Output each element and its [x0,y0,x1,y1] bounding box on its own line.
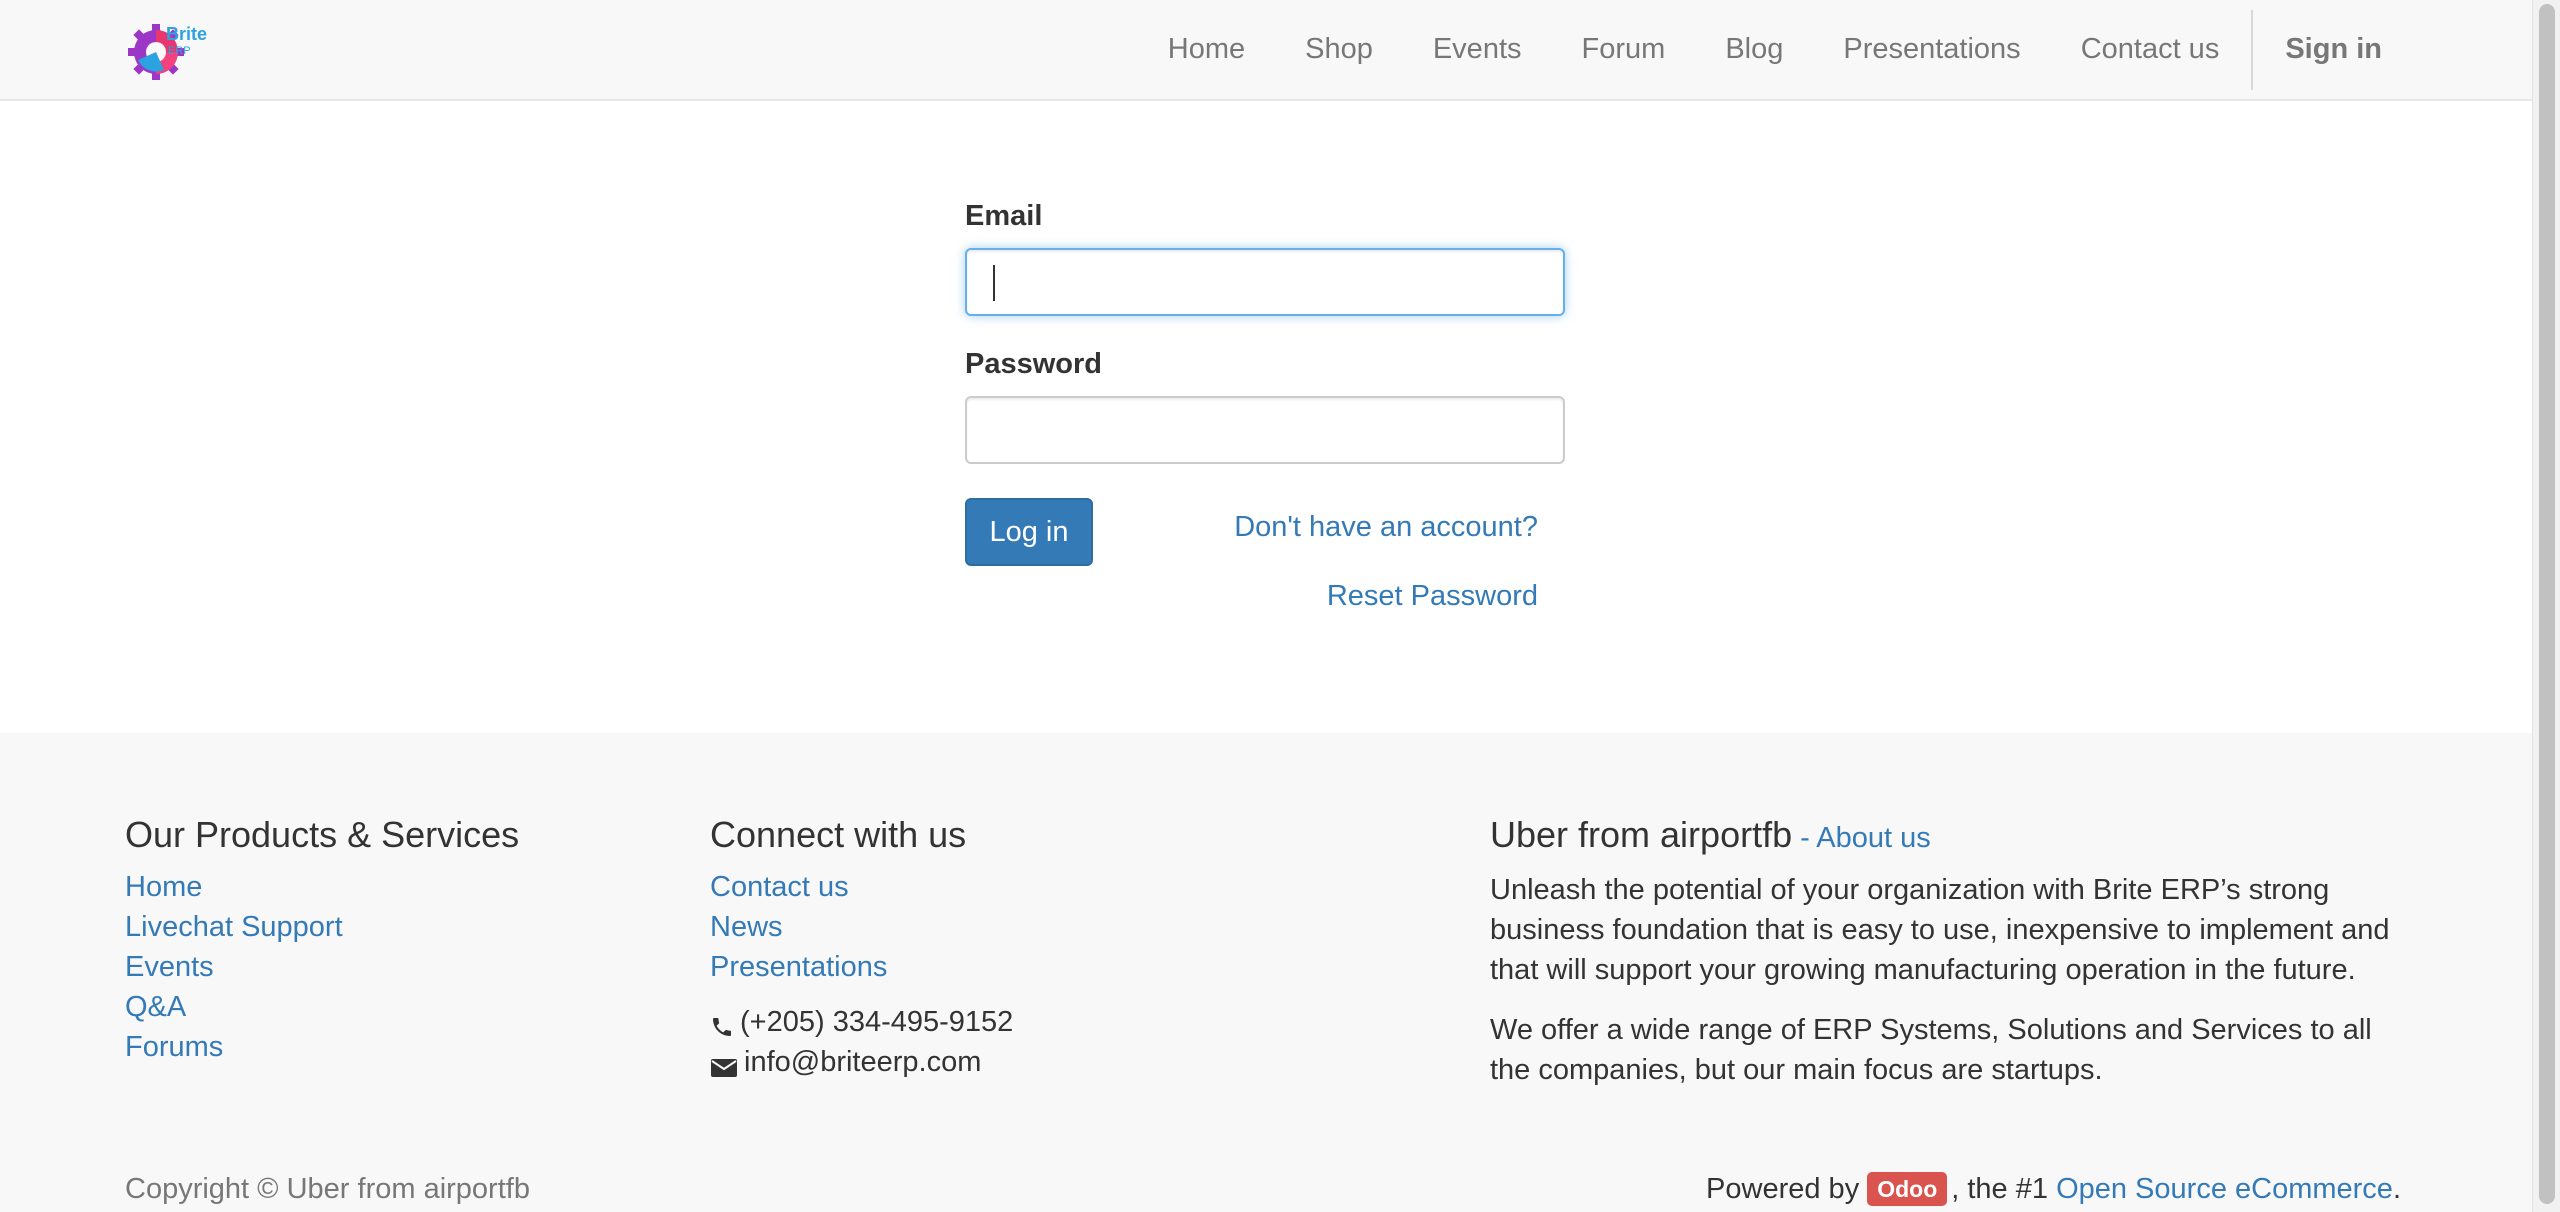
nav-item-forum[interactable]: Forum [1552,0,1696,99]
nav-item-home[interactable]: Home [1138,0,1275,99]
footer-connect-column: Connect with us Contact us News Presenta… [710,813,1410,1082]
footer-about-column: Uber from airportfb - About us Unleash t… [1490,813,2410,1110]
footer-products-column: Our Products & Services Home Livechat Su… [125,813,645,1067]
login-button[interactable]: Log in [965,498,1093,566]
nav-item-contact-us[interactable]: Contact us [2051,0,2250,99]
scrollbar-thumb[interactable] [2539,4,2555,1204]
nav-menu: Home Shop Events Forum Blog Presentation… [1138,0,2382,99]
brite-erp-logo[interactable]: Brite ERP [128,20,208,80]
about-heading: Uber from airportfb - About us [1490,814,1931,855]
signup-link[interactable]: Don't have an account? [1234,511,1538,544]
footer-link-contact-us[interactable]: Contact us [710,871,849,903]
products-link-list: Home Livechat Support Events Q&A Forums [125,867,645,1067]
about-us-link[interactable]: About us [1816,822,1930,854]
vertical-scrollbar[interactable] [2532,0,2560,1212]
nav-item-presentations[interactable]: Presentations [1813,0,2050,99]
products-heading: Our Products & Services [125,814,520,855]
footer: Our Products & Services Home Livechat Su… [0,733,2532,1212]
powered-prefix: Powered by [1706,1173,1860,1205]
footer-link-qa[interactable]: Q&A [125,991,186,1023]
connect-link-list: Contact us News Presentations [710,867,1410,987]
odoo-badge[interactable]: Odoo [1867,1172,1948,1206]
footer-link-livechat-support[interactable]: Livechat Support [125,911,343,943]
powered-by: Powered by Odoo , the #1 Open Source eCo… [1706,1169,2401,1209]
password-label: Password [965,348,1102,380]
email-group: Email [965,200,1565,316]
company-name: Uber from airportfb [1490,814,1793,855]
phone-icon [710,1010,734,1036]
text-caret [993,265,995,301]
envelope-icon [710,1050,738,1077]
email-row: info@briteerp.com [710,1042,1410,1082]
phone-number: (+205) 334-495-9152 [740,1006,1014,1038]
about-text: Unleash the potential of your organizati… [1490,870,2410,1090]
reset-password-link[interactable]: Reset Password [1327,580,1538,613]
password-group: Password [965,348,1565,464]
nav-divider [2251,9,2254,90]
email-input[interactable] [965,248,1565,316]
logo-text: Brite [166,24,207,44]
login-form: Email Password Log in Don't have an acco… [965,200,1565,612]
about-paragraph-1: Unleash the potential of your organizati… [1490,874,2390,986]
nav-item-events[interactable]: Events [1403,0,1552,99]
top-navbar: Brite ERP Home Shop Events Forum Blog Pr… [0,0,2532,101]
footer-link-news[interactable]: News [710,911,783,943]
powered-suffix: . [2392,1173,2401,1205]
footer-link-forums[interactable]: Forums [125,1031,223,1063]
phone-row: (+205) 334-495-9152 [710,1002,1410,1042]
powered-middle: , the #1 [1951,1173,2048,1205]
open-source-ecommerce-link[interactable]: Open Source eCommerce [2056,1169,2393,1209]
sign-in-link[interactable]: Sign in [2255,0,2382,99]
about-paragraph-2: We offer a wide range of ERP Systems, So… [1490,1014,2372,1086]
connect-heading: Connect with us [710,814,967,855]
nav-item-blog[interactable]: Blog [1695,0,1813,99]
login-actions: Log in Don't have an account? [965,498,1565,566]
password-input[interactable] [965,396,1565,464]
footer-link-events[interactable]: Events [125,951,214,983]
email-label: Email [965,200,1043,232]
contact-email[interactable]: info@briteerp.com [744,1042,981,1082]
footer-link-presentations[interactable]: Presentations [710,951,887,983]
svg-text:ERP: ERP [168,45,191,57]
nav-item-shop[interactable]: Shop [1275,0,1403,99]
contact-info: (+205) 334-495-9152 info@briteerp.com [710,1002,1410,1082]
footer-link-home[interactable]: Home [125,871,202,903]
copyright-text: Copyright © Uber from airportfb [125,1173,530,1205]
